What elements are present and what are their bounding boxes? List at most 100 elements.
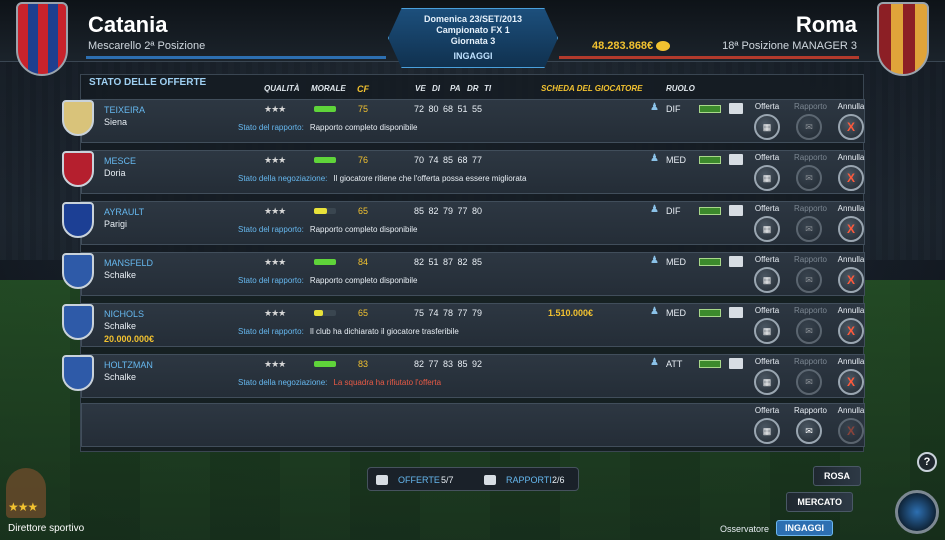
status-label: Stato del rapporto: [238,327,304,336]
cancel-action[interactable]: Annulla X [836,255,866,293]
morale-fill [314,310,323,316]
player-name[interactable]: HOLTZMAN [104,360,153,370]
morale-bar [314,157,336,163]
cancel-action[interactable]: Annulla X [836,357,866,395]
col-ve[interactable]: VE [415,84,426,93]
player-card-icon[interactable] [729,205,743,216]
director-title: Direttore sportivo [8,523,85,534]
col-role[interactable]: RUOLO [666,84,695,93]
quality-stars: ★★★ [264,104,286,114]
menu-rosa[interactable]: ROSA [812,466,861,486]
offer-action[interactable]: Offerta ▦ [752,255,782,293]
player-name[interactable]: NICHOLS [104,309,144,319]
status-line: Stato del rapporto: Rapporto completo dis… [238,225,638,234]
offer-action[interactable]: Offerta ▦ [752,306,782,344]
col-pa[interactable]: PA [450,84,461,93]
offer-button[interactable]: ▦ [754,318,780,344]
offer-button[interactable]: ▦ [754,216,780,242]
player-name[interactable]: AYRAULT [104,207,144,217]
report-button[interactable]: ✉ [796,418,822,444]
sporting-director[interactable]: ★★★ Direttore sportivo [0,450,120,540]
field-position-icon[interactable] [699,258,721,266]
player-name[interactable]: TEIXEIRA [104,105,145,115]
cf-value: 76 [358,155,369,165]
field-position-icon[interactable] [699,156,721,164]
morale-bar [314,310,336,316]
offer-action[interactable]: Offerta ▦ [752,153,782,191]
cancel-button[interactable]: X [838,369,864,395]
menu-mercato[interactable]: MERCATO [786,492,853,512]
cancel-action[interactable]: Annulla X [836,153,866,191]
director-rating-stars: ★★★ [8,500,38,514]
offer-row[interactable]: MESCE Doria ★★★ 76 70 74 85 68 77 ♟ MED … [62,150,866,194]
cancel-action[interactable]: Annulla X [836,204,866,242]
offer-action[interactable]: Offerta ▦ [752,204,782,242]
field-position-icon[interactable] [699,309,721,317]
player-figure-icon[interactable]: ♟ [650,306,659,317]
field-position-icon[interactable] [699,360,721,368]
report-action[interactable]: Rapporto ✉ [794,406,827,444]
col-ti[interactable]: TI [484,84,491,93]
offer-action[interactable]: Offerta ▦ [752,102,782,140]
col-dr[interactable]: DR [467,84,479,93]
observer-label[interactable]: Osservatore [720,524,769,534]
player-card-icon[interactable] [729,307,743,318]
cancel-action[interactable]: Annulla X [836,306,866,344]
report-label: Rapporto [794,306,827,315]
cancel-button[interactable]: X [838,318,864,344]
menu-ingaggi[interactable]: INGAGGI [775,520,833,536]
offer-action[interactable]: Offerta ▦ [752,357,782,395]
cancel-button[interactable]: X [838,114,864,140]
player-name[interactable]: MESCE [104,156,136,166]
cancel-button[interactable]: X [838,216,864,242]
player-name[interactable]: MANSFELD [104,258,153,268]
offer-button[interactable]: ▦ [754,114,780,140]
player-figure-icon[interactable]: ♟ [650,255,659,266]
quality-stars: ★★★ [264,206,286,216]
offer-row[interactable]: MANSFELD Schalke ★★★ 84 82 51 87 82 85 ♟… [62,252,866,296]
status-label: Stato della negoziazione: [238,378,328,387]
col-morale[interactable]: MORALE [311,84,346,93]
field-position-icon[interactable] [699,207,721,215]
offer-label: Offerta [754,306,780,315]
col-cf[interactable]: CF [357,84,369,94]
cancel-label: Annulla [837,204,865,213]
player-card-icon[interactable] [729,103,743,114]
col-player-card[interactable]: SCHEDA DEL GIOCATORE [541,84,643,93]
budget-value: 48.283.868€ [592,40,654,52]
report-label: Rapporto [794,255,827,264]
player-figure-icon[interactable]: ♟ [650,204,659,215]
reports-icon [484,475,496,485]
report-button: ✉ [796,114,822,140]
offer-row[interactable]: TEIXEIRA Siena ★★★ 75 72 80 68 51 55 ♟ D… [62,99,866,143]
cancel-button[interactable]: X [838,267,864,293]
player-figure-icon[interactable]: ♟ [650,102,659,113]
offer-row[interactable]: HOLTZMAN Schalke ★★★ 83 82 77 83 85 92 ♟… [62,354,866,398]
offer-row[interactable]: NICHOLS Schalke 20.000.000€ ★★★ 65 75 74… [62,303,866,347]
col-di[interactable]: DI [432,84,440,93]
field-position-icon[interactable] [699,105,721,113]
cancel-label: Annulla [837,357,865,366]
offer-action[interactable]: Offerta ▦ [752,406,782,444]
help-button[interactable]: ? [917,452,937,472]
player-card-icon[interactable] [729,256,743,267]
cancel-button[interactable]: X [838,165,864,191]
cancel-action[interactable]: Annulla X [836,102,866,140]
player-figure-icon[interactable]: ♟ [650,153,659,164]
player-card-icon[interactable] [729,358,743,369]
home-color-stripe [86,56,386,59]
col-quality[interactable]: QUALITÀ [264,84,300,93]
main-menu-orb[interactable] [895,490,939,534]
player-card-icon[interactable] [729,154,743,165]
offer-button[interactable]: ▦ [754,369,780,395]
offer-button[interactable]: ▦ [754,418,780,444]
player-figure-icon[interactable]: ♟ [650,357,659,368]
offer-button[interactable]: ▦ [754,165,780,191]
away-team-name: Roma [795,12,857,37]
report-action: Rapporto ✉ [794,102,827,140]
offer-row[interactable]: AYRAULT Parigi ★★★ 65 85 82 79 77 80 ♟ D… [62,201,866,245]
offers-count: 5/7 [441,475,454,485]
offer-button[interactable]: ▦ [754,267,780,293]
competition-name: Campionato FX 1 [436,25,510,35]
cf-value: 84 [358,257,369,267]
